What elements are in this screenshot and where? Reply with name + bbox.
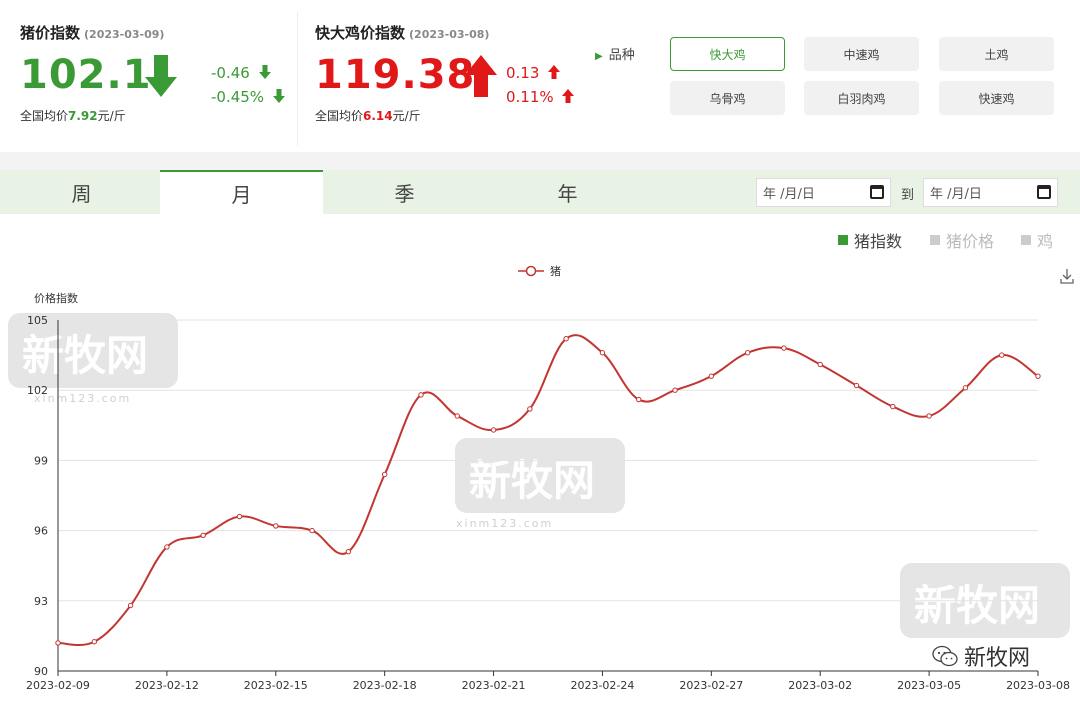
x-tick-label: 2023-02-15 (244, 679, 308, 692)
data-point[interactable] (708, 373, 715, 379)
x-tick-label: 2023-02-27 (679, 679, 743, 692)
chart-grid (58, 319, 1038, 602)
data-point[interactable] (999, 352, 1005, 358)
data-point[interactable] (91, 639, 97, 645)
data-point[interactable] (636, 396, 642, 403)
series-points (55, 336, 1041, 646)
data-point[interactable] (527, 406, 533, 412)
wechat-account: 新牧网 (932, 640, 1030, 672)
x-tick-label: 2023-03-08 (1006, 679, 1070, 692)
data-point[interactable] (563, 336, 569, 342)
data-point[interactable] (418, 392, 424, 398)
y-tick-label: 99 (34, 454, 48, 467)
x-tick-label: 2023-03-05 (897, 679, 961, 692)
data-point[interactable] (890, 403, 896, 410)
data-point[interactable] (817, 361, 823, 368)
y-tick-label: 93 (34, 595, 48, 608)
y-tick-label: 96 (34, 525, 48, 538)
y-tick-label: 105 (27, 314, 48, 327)
data-point[interactable] (200, 532, 206, 538)
data-point[interactable] (164, 544, 170, 550)
data-point[interactable] (599, 350, 606, 356)
x-tick-label: 2023-03-02 (788, 679, 852, 692)
data-point[interactable] (345, 548, 352, 555)
data-point[interactable] (926, 413, 932, 419)
x-tick-label: 2023-02-21 (462, 679, 526, 692)
wechat-icon (932, 645, 958, 667)
x-tick-label: 2023-02-12 (135, 679, 199, 692)
data-point[interactable] (273, 523, 279, 529)
y-tick-label: 102 (27, 384, 48, 397)
data-point[interactable] (127, 602, 134, 609)
x-tick-label: 2023-02-18 (353, 679, 417, 692)
data-point[interactable] (744, 350, 751, 356)
data-point[interactable] (962, 385, 969, 391)
x-tick-label: 2023-02-09 (26, 679, 90, 692)
data-point[interactable] (236, 513, 243, 520)
data-point[interactable] (309, 527, 315, 534)
series-line-pig (57, 334, 1039, 647)
data-point[interactable] (1035, 373, 1041, 379)
data-point[interactable] (781, 345, 787, 351)
data-point[interactable] (490, 427, 497, 433)
data-point[interactable] (672, 387, 678, 393)
data-point[interactable] (454, 413, 460, 419)
y-tick-label: 90 (34, 665, 48, 678)
data-point[interactable] (381, 471, 388, 478)
x-tick-label: 2023-02-24 (570, 679, 634, 692)
data-point[interactable] (853, 382, 860, 389)
line-chart: 90 93 96 99 102 105 2023-02-09 2023-02-12 2023-0… (26, 314, 1070, 692)
data-point[interactable] (55, 640, 61, 646)
